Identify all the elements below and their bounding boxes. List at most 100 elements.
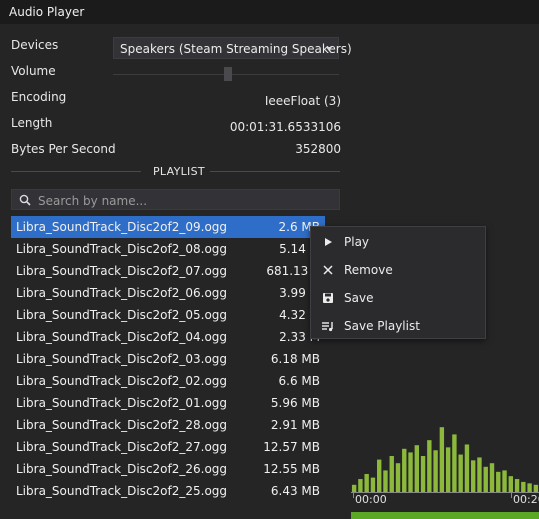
menu-item-save-playlist[interactable]: Save Playlist (311, 313, 485, 339)
spectrum-bar (420, 456, 426, 492)
spectrum-bar (433, 450, 438, 492)
spectrum-bar (445, 447, 451, 492)
spectrum-bar (471, 460, 476, 492)
track-name: Libra_SoundTrack_Disc2of2_26.ogg (16, 462, 228, 476)
track-name: Libra_SoundTrack_Disc2of2_25.ogg (16, 484, 228, 498)
menu-item-play[interactable]: Play (311, 229, 485, 255)
spectrum-bar (377, 459, 382, 492)
spectrum-bar (395, 463, 401, 492)
timeline-start-label: 00:00 (355, 493, 387, 506)
spectrum-bar (477, 457, 482, 492)
track-name: Libra_SoundTrack_Disc2of2_08.ogg (16, 242, 228, 256)
playlist-item[interactable]: Libra_SoundTrack_Disc2of2_25.ogg 6.43 MB (11, 480, 325, 502)
playlist-item[interactable]: Libra_SoundTrack_Disc2of2_27.ogg 12.57 M… (11, 436, 325, 458)
menu-item-label: Save Playlist (344, 319, 420, 333)
device-select-value: Speakers (Steam Streaming Speakers) (120, 42, 352, 56)
track-name: Libra_SoundTrack_Disc2of2_02.ogg (16, 374, 228, 388)
spectrum-bar (489, 463, 495, 492)
playlist-item[interactable]: Libra_SoundTrack_Disc2of2_08.ogg 5.14 M (11, 238, 325, 260)
track-name: Libra_SoundTrack_Disc2of2_07.ogg (16, 264, 228, 278)
playlist-item[interactable]: Libra_SoundTrack_Disc2of2_07.ogg 681.13 … (11, 260, 325, 282)
timeline-next-label: 00:20 (513, 493, 539, 506)
encoding-label: Encoding (11, 90, 67, 104)
spectrum-bar (452, 434, 457, 492)
audio-visualizer: 00:00 00:20 (351, 420, 539, 519)
track-name: Libra_SoundTrack_Disc2of2_04.ogg (16, 330, 228, 344)
spectrum-bar (402, 448, 407, 492)
save-icon (323, 293, 333, 303)
spectrum-bar (351, 484, 357, 492)
length-value: 00:01:31.6533106 (229, 120, 341, 134)
playlist-item[interactable]: Libra_SoundTrack_Disc2of2_09.ogg 2.6 MB (11, 216, 325, 238)
playback-progress-bar[interactable] (351, 512, 539, 519)
spectrum-bar (464, 444, 470, 492)
playlist-item[interactable]: Libra_SoundTrack_Disc2of2_05.ogg 4.32 M (11, 304, 325, 326)
menu-item-label: Play (344, 235, 370, 249)
encoding-value: IeeeFloat (3) (264, 94, 341, 108)
playlist-search[interactable] (11, 189, 340, 210)
close-icon (323, 265, 333, 275)
track-name: Libra_SoundTrack_Disc2of2_28.ogg (16, 418, 228, 432)
volume-slider-thumb[interactable] (224, 67, 232, 81)
volume-label: Volume (11, 64, 56, 78)
playlist-item[interactable]: Libra_SoundTrack_Disc2of2_26.ogg 12.55 M… (11, 458, 325, 480)
window-title: Audio Player (9, 5, 85, 19)
track-size: 12.55 MB (263, 462, 320, 476)
track-name: Libra_SoundTrack_Disc2of2_09.ogg (16, 220, 228, 234)
track-size: 6.18 MB (270, 352, 320, 366)
spectrum-bars (351, 427, 539, 492)
track-size: 6.6 MB (278, 374, 320, 388)
spectrum-bar (496, 471, 501, 492)
spectrum-bar (458, 454, 463, 492)
playlist-add-icon (322, 322, 333, 332)
spectrum-bar (527, 483, 532, 492)
playlist-title: PLAYLIST (153, 165, 205, 178)
playlist-divider-left (11, 171, 141, 172)
length-label: Length (11, 116, 53, 130)
menu-item-save[interactable]: Save (311, 285, 485, 311)
playlist-item[interactable]: Libra_SoundTrack_Disc2of2_01.ogg 5.96 MB (11, 392, 325, 414)
playlist-item[interactable]: Libra_SoundTrack_Disc2of2_28.ogg 2.91 MB (11, 414, 325, 436)
menu-item-label: Remove (344, 263, 393, 277)
track-size: 6.43 MB (270, 484, 320, 498)
track-name: Libra_SoundTrack_Disc2of2_01.ogg (16, 396, 228, 410)
context-menu: Play Remove Save Save Playlist (310, 226, 486, 339)
search-input[interactable] (36, 191, 330, 210)
timeline-tick (511, 492, 512, 498)
spectrum-bar (370, 477, 376, 492)
device-select[interactable]: Speakers (Steam Streaming Speakers) (113, 37, 352, 59)
spectrum-bar (483, 466, 488, 492)
bytes-per-second-label: Bytes Per Second (11, 142, 116, 156)
playlist-item[interactable]: Libra_SoundTrack_Disc2of2_04.ogg 2.33 M (11, 326, 325, 348)
track-name: Libra_SoundTrack_Disc2of2_05.ogg (16, 308, 228, 322)
menu-item-label: Save (344, 291, 374, 305)
spectrum-bar (508, 476, 513, 492)
playlist-item[interactable]: Libra_SoundTrack_Disc2of2_06.ogg 3.99 M (11, 282, 325, 304)
spectrum-bar (521, 481, 526, 492)
title-bar: Audio Player (0, 0, 539, 24)
spectrum-bar (502, 470, 507, 492)
playlist-list: Libra_SoundTrack_Disc2of2_09.ogg 2.6 MB … (11, 216, 325, 502)
spectrum-bar (439, 427, 445, 492)
chevron-down-icon (326, 47, 332, 51)
bytes-per-second-value: 352800 (295, 142, 341, 156)
devices-label: Devices (11, 38, 59, 52)
playlist-item[interactable]: Libra_SoundTrack_Disc2of2_02.ogg 6.6 MB (11, 370, 325, 392)
spectrum-bar (389, 456, 394, 492)
spectrum-bar (427, 440, 432, 492)
spectrum-bar (514, 479, 520, 492)
track-name: Libra_SoundTrack_Disc2of2_27.ogg (16, 440, 228, 454)
spectrum-bar (414, 445, 419, 492)
playlist-item[interactable]: Libra_SoundTrack_Disc2of2_03.ogg 6.18 MB (11, 348, 325, 370)
track-name: Libra_SoundTrack_Disc2of2_03.ogg (16, 352, 228, 366)
menu-item-remove[interactable]: Remove (311, 257, 485, 283)
spectrum-bar (533, 484, 539, 492)
playlist-divider-right (210, 171, 340, 172)
timeline-tick (353, 492, 354, 498)
search-icon (19, 194, 31, 206)
spectrum-bar (364, 474, 369, 492)
track-size: 2.91 MB (270, 418, 320, 432)
track-size: 12.57 MB (263, 440, 320, 454)
play-icon (325, 238, 332, 246)
track-size: 5.96 MB (270, 396, 320, 410)
